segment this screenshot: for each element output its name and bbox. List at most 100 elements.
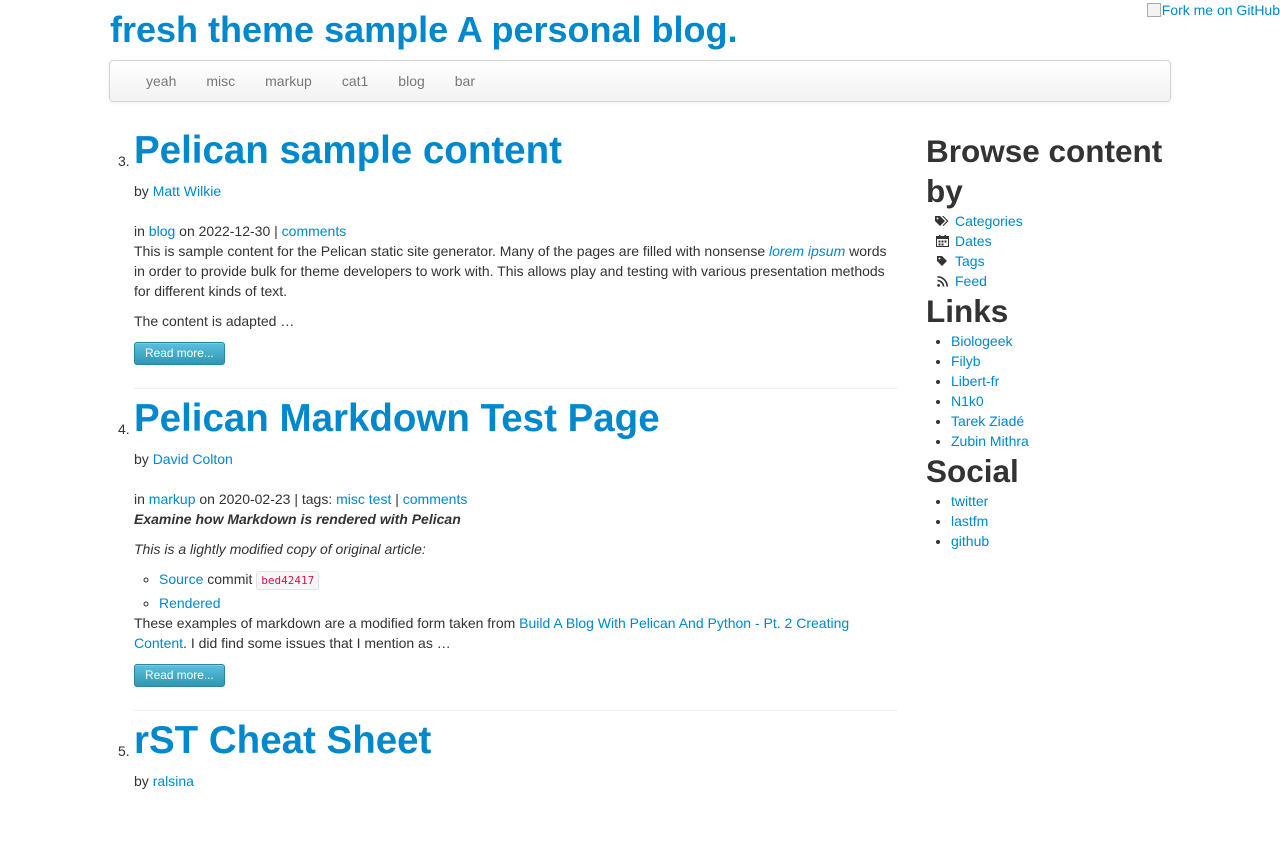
link-filyb[interactable]: Filyb <box>951 353 981 369</box>
article-number: 3. <box>118 153 130 169</box>
article-summary: This is sample content for the Pelican s… <box>134 241 897 331</box>
article-number: 5. <box>118 743 130 759</box>
author-link[interactable]: David Colton <box>153 451 233 467</box>
nav-list: yeah misc markup cat1 blog bar <box>110 61 1170 101</box>
article-title-link[interactable]: Pelican sample content <box>134 129 562 172</box>
category-link[interactable]: blog <box>149 223 175 239</box>
source-link[interactable]: Source <box>159 571 203 587</box>
social-link-github[interactable]: github <box>951 533 989 549</box>
link-item: Biologeek <box>951 331 1176 351</box>
summary-text: These examples of markdown are a modifie… <box>134 615 516 631</box>
tags-icon <box>933 215 951 227</box>
link-zubin-mithra[interactable]: Zubin Mithra <box>951 433 1029 449</box>
site-title[interactable]: fresh theme sample A personal blog. <box>110 9 738 51</box>
author-link[interactable]: Matt Wilkie <box>153 183 221 199</box>
read-more-button[interactable]: Read more... <box>134 664 225 687</box>
browse-link-categories[interactable]: Categories <box>955 211 1023 231</box>
comments-link[interactable]: comments <box>282 223 347 239</box>
in-label: in <box>134 223 145 239</box>
by-label: by <box>134 773 149 789</box>
nav-item: misc <box>191 61 250 101</box>
link-item: Filyb <box>951 351 1176 371</box>
social-list: twitter lastfm github <box>926 491 1176 551</box>
link-n1k0[interactable]: N1k0 <box>951 393 984 409</box>
article-title: Pelican sample content <box>134 131 897 171</box>
tags-link[interactable]: misc test <box>336 491 391 507</box>
summary-tail: The content is adapted … <box>134 313 295 329</box>
article-title-link[interactable]: Pelican Markdown Test Page <box>134 397 660 440</box>
nav-item: cat1 <box>327 61 383 101</box>
tag-icon <box>933 255 951 267</box>
article-item: 5. rST Cheat Sheet by ralsina <box>118 719 897 834</box>
summary-lead: Examine how Markdown is rendered with Pe… <box>134 511 461 527</box>
meta-separator: | <box>395 491 399 507</box>
social-link-twitter[interactable]: twitter <box>951 493 988 509</box>
read-more-button[interactable]: Read more... <box>134 342 225 365</box>
social-item: github <box>951 531 1176 551</box>
nav-item: bar <box>440 61 490 101</box>
summary-text-continued: . I did find some issues that I mention … <box>183 635 451 651</box>
navbar: yeah misc markup cat1 blog bar <box>109 60 1171 102</box>
link-tarek-ziade[interactable]: Tarek Ziadé <box>951 413 1024 429</box>
nav-link-blog[interactable]: blog <box>383 61 439 101</box>
article-title: Pelican Markdown Test Page <box>134 399 897 439</box>
category-link[interactable]: markup <box>149 491 196 507</box>
summary-paragraph: These examples of markdown are a modifie… <box>134 613 897 653</box>
social-link-lastfm[interactable]: lastfm <box>951 513 988 529</box>
nav-link-misc[interactable]: misc <box>191 61 250 101</box>
social-item: twitter <box>951 491 1176 511</box>
browse-item-categories: Categories <box>926 211 1176 231</box>
link-item: Libert-fr <box>951 371 1176 391</box>
author-link[interactable]: ralsina <box>153 773 194 789</box>
browse-list: Categories Dates Tags Feed <box>926 211 1176 291</box>
nav-link-markup[interactable]: markup <box>250 61 327 101</box>
nav-item: markup <box>250 61 327 101</box>
summary-note: This is a lightly modified copy of origi… <box>134 541 426 557</box>
fork-on-github-link[interactable]: Fork me on GitHub <box>1146 0 1280 20</box>
nav-link-yeah[interactable]: yeah <box>131 61 191 101</box>
link-item: Zubin Mithra <box>951 431 1176 451</box>
article-meta: in blog on 2022-12-30 | comments <box>134 221 897 241</box>
source-list-item: Source commit bed42417 <box>159 569 897 591</box>
article-byline: by ralsina <box>134 771 897 791</box>
browse-link-dates[interactable]: Dates <box>955 231 992 251</box>
social-item: lastfm <box>951 511 1176 531</box>
link-libert-fr[interactable]: Libert-fr <box>951 373 999 389</box>
comments-link[interactable]: comments <box>403 491 468 507</box>
browse-link-tags[interactable]: Tags <box>955 251 985 271</box>
article-date: on 2022-12-30 | <box>179 223 278 239</box>
browse-link-feed[interactable]: Feed <box>955 271 987 291</box>
nav-item: yeah <box>131 61 191 101</box>
link-item: N1k0 <box>951 391 1176 411</box>
article-item: 4. Pelican Markdown Test Page by David C… <box>118 399 897 711</box>
rendered-link[interactable]: Rendered <box>159 595 221 611</box>
link-biologeek[interactable]: Biologeek <box>951 333 1013 349</box>
article-meta: in markup on 2020-02-23 | tags: misc tes… <box>134 489 897 509</box>
article-item: 3. Pelican sample content by Matt Wilkie… <box>118 131 897 389</box>
nav-link-cat1[interactable]: cat1 <box>327 61 383 101</box>
article-number: 4. <box>118 421 130 437</box>
browse-item-dates: Dates <box>926 231 1176 251</box>
site-title-link[interactable]: fresh theme sample A personal blog. <box>110 9 738 50</box>
calendar-icon <box>933 235 951 247</box>
article-summary: Examine how Markdown is rendered with Pe… <box>134 509 897 653</box>
article-list: 3. Pelican sample content by Matt Wilkie… <box>118 131 897 844</box>
browse-item-tags: Tags <box>926 251 1176 271</box>
commit-label: commit <box>207 571 253 587</box>
nav-link-bar[interactable]: bar <box>440 61 490 101</box>
article-date: on 2020-02-23 | tags: <box>199 491 333 507</box>
by-label: by <box>134 451 149 467</box>
link-item: Tarek Ziadé <box>951 411 1176 431</box>
fork-label: Fork me on GitHub <box>1161 2 1280 18</box>
social-heading: Social <box>926 453 1019 489</box>
article-title-link[interactable]: rST Cheat Sheet <box>134 719 431 762</box>
summary-paragraph: This is sample content for the Pelican s… <box>134 241 897 301</box>
article-byline: by Matt Wilkie <box>134 181 897 201</box>
commit-hash: bed42417 <box>256 571 320 590</box>
lorem-ipsum-link[interactable]: lorem ipsum <box>769 243 845 259</box>
nav-item: blog <box>383 61 439 101</box>
source-list-item: Rendered <box>159 593 897 613</box>
links-heading: Links <box>926 293 1009 329</box>
article-byline: by David Colton <box>134 449 897 469</box>
sidebar: Browse content by Categories Dates Tags … <box>926 131 1176 551</box>
